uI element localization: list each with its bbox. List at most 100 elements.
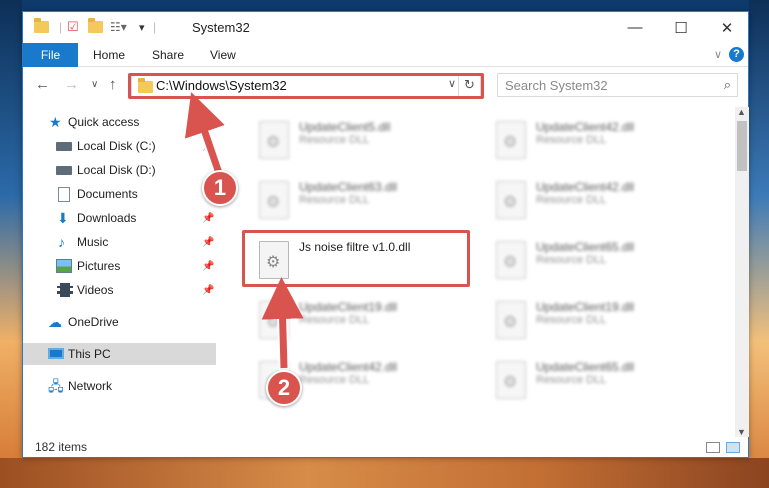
file-item[interactable]: UpdateClient5.dll Resource DLL	[251, 115, 481, 167]
file-item[interactable]: UpdateClient63.dll Resource DLL	[251, 175, 481, 227]
new-folder-icon[interactable]	[88, 18, 103, 36]
file-type: Resource DLL	[536, 134, 607, 146]
separator: |	[153, 20, 157, 34]
file-name: UpdateClient19.dll	[299, 300, 398, 314]
file-highlight-box	[242, 230, 470, 287]
file-type: Resource DLL	[299, 134, 370, 146]
file-type: Resource DLL	[536, 254, 607, 266]
sidebar-item-pictures[interactable]: Pictures 📌	[23, 255, 216, 277]
customize-toolbar-icon[interactable]: ☷▾	[110, 18, 127, 36]
vertical-scrollbar[interactable]: ▲ ▼	[735, 107, 749, 437]
back-arrow-icon[interactable]: ←	[35, 76, 50, 93]
network-icon: 🖧	[48, 378, 64, 394]
dll-file-icon	[496, 121, 526, 159]
status-bar: 182 items	[23, 437, 748, 458]
sidebar-item-label: Documents	[77, 187, 138, 201]
sidebar-item-network[interactable]: 🖧 Network	[23, 375, 216, 397]
item-count: 182 items	[35, 440, 88, 454]
up-arrow-icon[interactable]: ↑	[109, 76, 117, 93]
maximize-button[interactable]: ☐	[658, 12, 704, 43]
sidebar-item-label: Downloads	[77, 211, 137, 225]
file-item[interactable]: UpdateClient42.dll Resource DLL	[488, 175, 718, 227]
expand-ribbon-icon[interactable]: ∨	[714, 48, 722, 61]
sidebar-item-label: This PC	[68, 347, 111, 361]
file-name: UpdateClient65.dll	[536, 240, 635, 254]
music-icon: ♪	[58, 234, 65, 250]
sidebar-item-local-disk-d[interactable]: Local Disk (D:)	[23, 159, 216, 181]
sidebar-item-documents[interactable]: Documents	[23, 183, 216, 205]
navigation-pane: ★ Quick access Local Disk (C:) 📌 Local D…	[23, 107, 216, 437]
pin-icon[interactable]: 📌	[202, 261, 214, 272]
dll-file-icon	[259, 301, 289, 339]
separator: |	[59, 20, 63, 34]
scroll-down-icon[interactable]: ▼	[737, 427, 746, 437]
sidebar-item-label: Quick access	[68, 115, 140, 129]
sidebar-item-this-pc[interactable]: This PC	[23, 343, 216, 365]
file-type: Resource DLL	[299, 374, 370, 386]
file-item[interactable]: UpdateClient65.dll Resource DLL	[488, 355, 718, 407]
dll-file-icon	[496, 301, 526, 339]
drive-icon	[56, 142, 72, 151]
recent-locations-chevron-icon[interactable]: ∨	[91, 79, 98, 90]
downloads-icon: ⬇	[57, 210, 69, 226]
computer-icon	[48, 348, 64, 359]
title-bar: | ☑ ☷▾ ▾ | System32 — ☐ ✕	[23, 12, 748, 43]
scrollbar-thumb[interactable]	[737, 121, 747, 171]
file-explorer-window: | ☑ ☷▾ ▾ | System32 — ☐ ✕ File Home Shar…	[22, 11, 749, 458]
file-name: UpdateClient42.dll	[536, 180, 635, 194]
ribbon-tabs: File Home Share View ∨ ?	[23, 43, 748, 67]
search-input[interactable]: Search System32 ⌕	[497, 73, 738, 97]
sidebar-item-music[interactable]: ♪ Music 📌	[23, 231, 216, 253]
quick-access-dropdown-icon[interactable]: ▾	[139, 18, 145, 36]
scroll-up-icon[interactable]: ▲	[737, 107, 746, 117]
file-item[interactable]: UpdateClient42.dll Resource DLL	[488, 115, 718, 167]
file-item[interactable]: UpdateClient65.dll Resource DLL	[488, 235, 718, 287]
pin-icon[interactable]: 📌	[202, 213, 214, 224]
file-type: Resource DLL	[299, 194, 370, 206]
desktop-background-right	[749, 0, 769, 488]
pin-icon[interactable]: 📌	[202, 285, 214, 296]
large-icons-view-icon[interactable]	[726, 442, 740, 453]
file-type: Resource DLL	[299, 314, 370, 326]
folder-icon	[34, 18, 49, 36]
pin-icon[interactable]: 📌	[202, 237, 214, 248]
tab-view[interactable]: View	[210, 48, 236, 62]
pin-icon[interactable]: 📌	[202, 141, 214, 152]
properties-icon[interactable]: ☑	[67, 18, 79, 36]
dll-file-icon	[496, 361, 526, 399]
sidebar-item-label: Videos	[77, 283, 114, 297]
sidebar-item-label: Pictures	[77, 259, 121, 273]
sidebar-item-videos[interactable]: Videos 📌	[23, 279, 216, 301]
sidebar-item-label: Local Disk (C:)	[77, 139, 156, 153]
sidebar-item-quick-access[interactable]: ★ Quick access	[23, 111, 216, 133]
sidebar-item-label: Network	[68, 379, 113, 393]
help-icon[interactable]: ?	[729, 47, 744, 62]
tab-file[interactable]: File	[23, 43, 78, 67]
file-name: UpdateClient42.dll	[536, 120, 635, 134]
tab-home[interactable]: Home	[93, 48, 125, 62]
search-icon: ⌕	[723, 77, 731, 92]
file-item[interactable]: UpdateClient19.dll Resource DLL	[488, 295, 718, 347]
file-item[interactable]: UpdateClient19.dll Resource DLL	[251, 295, 481, 347]
tab-share[interactable]: Share	[152, 48, 184, 62]
file-name: UpdateClient63.dll	[299, 180, 398, 194]
file-name: UpdateClient19.dll	[536, 300, 635, 314]
forward-arrow-icon[interactable]: →	[64, 76, 79, 93]
file-type: Resource DLL	[536, 194, 607, 206]
star-icon: ★	[49, 114, 62, 130]
file-name: UpdateClient65.dll	[536, 360, 635, 374]
file-name: UpdateClient42.dll	[299, 360, 398, 374]
file-type: Resource DLL	[536, 374, 607, 386]
sidebar-item-label: OneDrive	[68, 315, 119, 329]
documents-icon	[58, 186, 70, 202]
sidebar-item-local-disk-c[interactable]: Local Disk (C:) 📌	[23, 135, 216, 157]
search-placeholder: Search System32	[505, 78, 608, 93]
details-view-icon[interactable]	[706, 442, 720, 453]
sidebar-item-downloads[interactable]: ⬇ Downloads 📌	[23, 207, 216, 229]
sidebar-item-onedrive[interactable]: ☁ OneDrive	[23, 311, 216, 333]
window-title: System32	[192, 20, 250, 35]
drive-icon	[56, 166, 72, 175]
close-button[interactable]: ✕	[704, 12, 750, 43]
sidebar-item-label: Local Disk (D:)	[77, 163, 156, 177]
minimize-button[interactable]: —	[612, 12, 658, 43]
